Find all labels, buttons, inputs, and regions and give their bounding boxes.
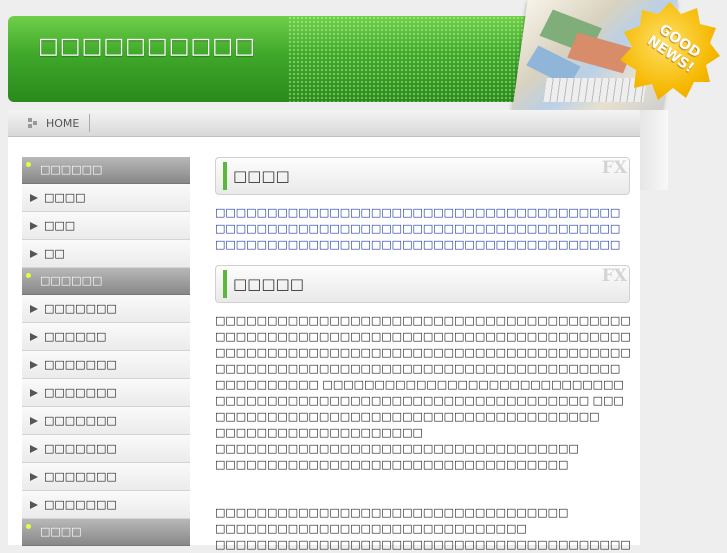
arrow-right-icon [30, 473, 38, 481]
arrow-right-icon [30, 389, 38, 397]
sidebar-heading: □□□□□□ [22, 157, 190, 184]
world-map-graphic [288, 16, 548, 102]
sidebar-heading: □□□□□□ [22, 268, 190, 295]
body-text: □□□□□□□□□□□□□□□□□□□□□□□□□□□□□□□□□□□□□□□□… [215, 313, 630, 553]
text-line: □□□□□□□□□□□□□□□□□□□□□□□□□□□□□□ [215, 522, 527, 535]
sidebar-item[interactable]: □□□ [22, 212, 190, 240]
text-line: □□□□□□□□□□□□□□□□□□□□ [215, 426, 423, 439]
text-line: □□□□□□□□□□□□□□□□□□□□□□□□□□□□□□□□□□□□□□□□… [215, 330, 630, 343]
sidebar-item[interactable]: □□ [22, 240, 190, 268]
bullet-icon [26, 162, 31, 167]
top-nav: HOME [8, 110, 640, 137]
home-icon [28, 118, 38, 128]
site-title[interactable]: □□□□□□□□□□ [38, 34, 256, 59]
sidebar-item[interactable]: □□□□□□□ [22, 407, 190, 435]
section-header: □□□□□ FX [215, 265, 630, 303]
text-line: □□□□□□□□□□□□□□□□□□□□□□□□□□□□□□□□□□□ [215, 442, 579, 455]
text-line: □□□□□□□□□□□□□□□□□□□□□□□□□□□□□□□□□□□□□□□□… [215, 314, 630, 327]
arrow-right-icon [30, 445, 38, 453]
arrow-right-icon [30, 501, 38, 509]
accent-bar [223, 162, 227, 190]
accent-bar [223, 270, 227, 298]
text-line: □□□□□□□□□□□□□□□□□□□□□□□□□□□□□□□□□□□□□□□□… [215, 362, 624, 391]
arrow-right-icon [30, 222, 38, 230]
sidebar-item[interactable]: □□□□ [22, 184, 190, 212]
text-line: □□□□□□□□□□□□□□□□□□□□□□□□□□□□□□□□□□□□□□□□ [215, 538, 630, 551]
text-line: □□□□□□□□□□□□□□□□□□□□□□□□□□□□□□□□□□□□□□□□… [215, 346, 630, 359]
arrow-right-icon [30, 194, 38, 202]
arrow-right-icon [30, 361, 38, 369]
sidebar-item[interactable]: □□□□□□□ [22, 463, 190, 491]
fx-watermark: FX [601, 158, 627, 178]
bullet-icon [26, 273, 31, 278]
text-line: □□□□□□□□□□□□□□□□□□□□□□□□□□□□□□□□□□ [215, 506, 569, 519]
intro-link-text[interactable]: □□□□□□□□□□□□□□□□□□□□□□□□□□□□□□□□□□□□□□□□… [215, 205, 630, 253]
sidebar-item[interactable]: □□□□□□□ [22, 491, 190, 519]
arrow-right-icon [30, 305, 38, 313]
section-title: □□□□ [233, 167, 290, 185]
arrow-right-icon [30, 250, 38, 258]
sidebar-item[interactable]: □□□□□□ [22, 323, 190, 351]
section-header: □□□□ FX [215, 157, 630, 195]
nav-home-label: HOME [46, 116, 80, 130]
arrow-right-icon [30, 333, 38, 341]
fx-watermark: FX [601, 266, 627, 286]
sidebar-item[interactable]: □□□□□□□ [22, 435, 190, 463]
arrow-right-icon [30, 417, 38, 425]
main-content: □□□□ FX □□□□□□□□□□□□□□□□□□□□□□□□□□□□□□□□… [215, 157, 630, 553]
bullet-icon [26, 524, 31, 529]
section-title: □□□□□ [233, 275, 304, 293]
sidebar-item[interactable]: □□□□□□□ [22, 351, 190, 379]
text-line: □□□□□□□□□□□□□□□□□□□□□□□□□□□□□□□□□□□□ □□□… [215, 394, 624, 423]
sidebar-heading: □□□□ [22, 519, 190, 546]
text-line: □□□□□□□□□□□□□□□□□□□□□□□□□□□□□□□□□□ [215, 458, 569, 471]
panel-shadow [640, 110, 668, 190]
sidebar-item[interactable]: □□□□□□□ [22, 379, 190, 407]
nav-home-link[interactable]: HOME [28, 114, 91, 132]
sidebar: □□□□□□ □□□□ □□□ □□ □□□□□□ □□□□□□□ □□□□□□… [22, 157, 190, 546]
sidebar-item[interactable]: □□□□□□□ [22, 295, 190, 323]
